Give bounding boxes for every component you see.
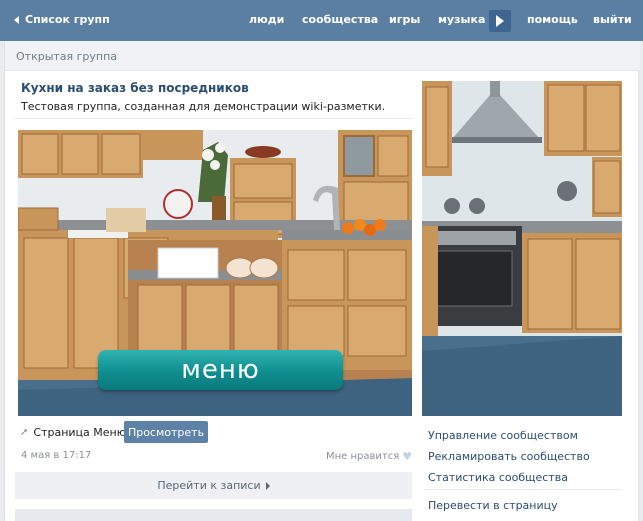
nav-more-button[interactable] — [489, 10, 511, 32]
convert-to-page-link[interactable]: Перевести в страницу — [428, 499, 558, 512]
manage-community-link[interactable]: Управление сообществом — [428, 429, 578, 442]
group-type-header: Открытая группа — [5, 41, 640, 71]
top-navigation-bar: Список групп люди сообщества игры музыка… — [0, 0, 643, 41]
arrow-right-icon — [496, 15, 504, 27]
kitchen-photo-2 — [422, 81, 622, 416]
group-title: Кухни на заказ без посредников — [21, 81, 249, 95]
goto-post-button[interactable]: Перейти к записи — [15, 472, 412, 499]
pin-icon: ➚ — [20, 427, 29, 438]
advertise-community-link[interactable]: Рекламировать сообщество — [428, 450, 590, 463]
group-type-label: Открытая группа — [16, 50, 118, 63]
arrow-right-icon — [265, 481, 270, 490]
wiki-page-label: Страница Меню — [33, 426, 126, 439]
heart-icon: ♥ — [402, 450, 413, 463]
goto-post-label: Перейти к записи — [157, 479, 261, 492]
wiki-page-link[interactable]: ➚ Страница Меню — [20, 426, 126, 439]
nav-games[interactable]: игры — [389, 13, 420, 26]
back-label: Список групп — [25, 13, 110, 26]
nav-people[interactable]: люди — [249, 13, 284, 26]
view-button[interactable]: Просмотреть — [124, 421, 208, 443]
nav-logout[interactable]: выйти — [593, 13, 632, 26]
nav-communities[interactable]: сообщества — [302, 13, 378, 26]
nav-music[interactable]: музыка — [438, 13, 485, 26]
post-date[interactable]: 4 мая в 17:17 — [21, 450, 91, 461]
group-description: Тестовая группа, созданная для демонстра… — [21, 100, 386, 113]
group-avatar-image[interactable] — [422, 81, 622, 416]
back-to-groups-link[interactable]: Список групп — [14, 13, 110, 26]
like-button[interactable]: Мне нравится ♥ — [326, 450, 412, 463]
divider — [15, 118, 412, 119]
menu-button[interactable]: меню — [98, 350, 343, 390]
nav-help[interactable]: помощь — [527, 13, 578, 26]
like-label: Мне нравится — [326, 451, 400, 462]
arrow-left-icon — [14, 15, 19, 24]
sidebar-divider — [424, 489, 622, 490]
community-stats-link[interactable]: Статистика сообщества — [428, 471, 568, 484]
next-section-header — [15, 509, 412, 521]
